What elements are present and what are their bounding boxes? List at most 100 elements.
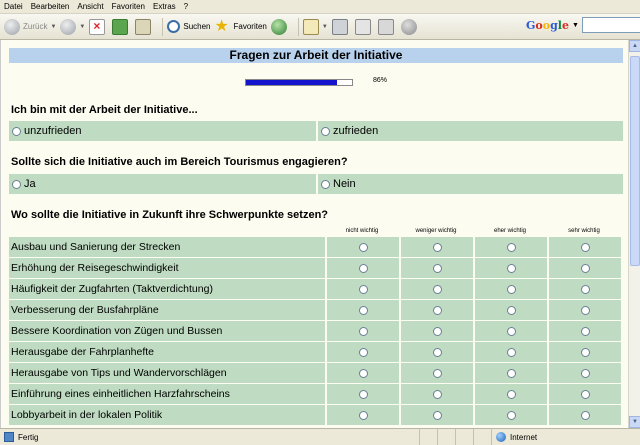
matrix-cell[interactable] — [325, 363, 399, 384]
scroll-down-button[interactable]: ▼ — [629, 416, 640, 428]
mail-button[interactable]: ▼ — [302, 16, 328, 38]
google-logo[interactable]: Google — [526, 19, 569, 32]
menu-datei[interactable]: Datei — [4, 2, 23, 11]
radio-button[interactable] — [358, 389, 368, 399]
edit-button[interactable] — [354, 16, 374, 38]
radio-button[interactable] — [358, 242, 368, 252]
matrix-cell[interactable] — [325, 321, 399, 342]
radio-button[interactable] — [432, 263, 442, 273]
radio-button[interactable] — [358, 326, 368, 336]
radio-ja[interactable] — [12, 179, 21, 189]
matrix-cell[interactable] — [473, 363, 547, 384]
radio-button[interactable] — [358, 305, 368, 315]
matrix-cell[interactable] — [325, 279, 399, 300]
stop-button[interactable] — [89, 16, 108, 38]
radio-button[interactable] — [580, 389, 590, 399]
matrix-cell[interactable] — [399, 300, 473, 321]
radio-button[interactable] — [580, 326, 590, 336]
radio-button[interactable] — [432, 305, 442, 315]
matrix-cell[interactable] — [547, 363, 621, 384]
forward-button[interactable]: ▼ — [60, 16, 85, 38]
google-search-input[interactable] — [581, 17, 640, 33]
radio-button[interactable] — [432, 410, 442, 420]
menu-ansicht[interactable]: Ansicht — [77, 2, 103, 11]
radio-button[interactable] — [506, 305, 516, 315]
radio-button[interactable] — [506, 368, 516, 378]
matrix-cell[interactable] — [547, 342, 621, 363]
radio-zufrieden[interactable] — [321, 126, 330, 136]
radio-button[interactable] — [506, 347, 516, 357]
matrix-cell[interactable] — [473, 237, 547, 258]
radio-nein[interactable] — [321, 179, 330, 189]
matrix-cell[interactable] — [547, 279, 621, 300]
radio-button[interactable] — [432, 368, 442, 378]
option-unzufrieden[interactable]: unzufrieden — [9, 121, 316, 141]
vertical-scrollbar[interactable]: ▲ ▼ — [628, 40, 640, 428]
matrix-cell[interactable] — [399, 405, 473, 426]
matrix-cell[interactable] — [547, 405, 621, 426]
matrix-cell[interactable] — [399, 342, 473, 363]
favorites-button[interactable]: ★ Favoriten — [215, 16, 267, 38]
home-button[interactable] — [135, 16, 154, 38]
radio-button[interactable] — [506, 389, 516, 399]
matrix-cell[interactable] — [473, 300, 547, 321]
matrix-cell[interactable] — [473, 384, 547, 405]
radio-button[interactable] — [580, 284, 590, 294]
option-zufrieden[interactable]: zufrieden — [316, 121, 623, 141]
matrix-cell[interactable] — [399, 237, 473, 258]
radio-button[interactable] — [506, 284, 516, 294]
print-button[interactable] — [331, 16, 351, 38]
radio-button[interactable] — [580, 242, 590, 252]
radio-button[interactable] — [358, 263, 368, 273]
option-nein[interactable]: Nein — [316, 174, 623, 194]
radio-button[interactable] — [358, 368, 368, 378]
radio-unzufrieden[interactable] — [12, 126, 21, 136]
matrix-cell[interactable] — [473, 258, 547, 279]
radio-button[interactable] — [506, 263, 516, 273]
matrix-cell[interactable] — [547, 258, 621, 279]
radio-button[interactable] — [580, 347, 590, 357]
scroll-thumb[interactable] — [630, 56, 640, 266]
radio-button[interactable] — [432, 242, 442, 252]
matrix-cell[interactable] — [473, 342, 547, 363]
matrix-cell[interactable] — [399, 384, 473, 405]
scroll-up-button[interactable]: ▲ — [629, 40, 640, 52]
matrix-cell[interactable] — [399, 321, 473, 342]
radio-button[interactable] — [580, 410, 590, 420]
matrix-cell[interactable] — [473, 321, 547, 342]
search-button[interactable]: Suchen — [167, 16, 211, 38]
matrix-cell[interactable] — [325, 300, 399, 321]
radio-button[interactable] — [432, 284, 442, 294]
radio-button[interactable] — [432, 347, 442, 357]
menu-extras[interactable]: Extras — [153, 2, 176, 11]
chevron-down-icon[interactable]: ▼ — [572, 22, 579, 29]
matrix-cell[interactable] — [325, 237, 399, 258]
radio-button[interactable] — [432, 389, 442, 399]
menu-bearbeiten[interactable]: Bearbeiten — [31, 2, 70, 11]
matrix-cell[interactable] — [399, 279, 473, 300]
radio-button[interactable] — [580, 263, 590, 273]
radio-button[interactable] — [580, 305, 590, 315]
matrix-cell[interactable] — [399, 258, 473, 279]
matrix-cell[interactable] — [325, 384, 399, 405]
matrix-cell[interactable] — [547, 321, 621, 342]
matrix-cell[interactable] — [547, 237, 621, 258]
option-ja[interactable]: Ja — [9, 174, 316, 194]
media-button[interactable] — [270, 16, 290, 38]
radio-button[interactable] — [358, 410, 368, 420]
matrix-cell[interactable] — [473, 405, 547, 426]
matrix-cell[interactable] — [547, 300, 621, 321]
menu-help[interactable]: ? — [184, 2, 188, 11]
radio-button[interactable] — [432, 326, 442, 336]
matrix-cell[interactable] — [473, 279, 547, 300]
radio-button[interactable] — [506, 326, 516, 336]
discuss-button[interactable] — [377, 16, 397, 38]
radio-button[interactable] — [506, 410, 516, 420]
matrix-cell[interactable] — [325, 258, 399, 279]
matrix-cell[interactable] — [325, 405, 399, 426]
radio-button[interactable] — [358, 284, 368, 294]
matrix-cell[interactable] — [325, 342, 399, 363]
refresh-button[interactable] — [112, 16, 131, 38]
matrix-cell[interactable] — [399, 363, 473, 384]
menu-favoriten[interactable]: Favoriten — [112, 2, 145, 11]
